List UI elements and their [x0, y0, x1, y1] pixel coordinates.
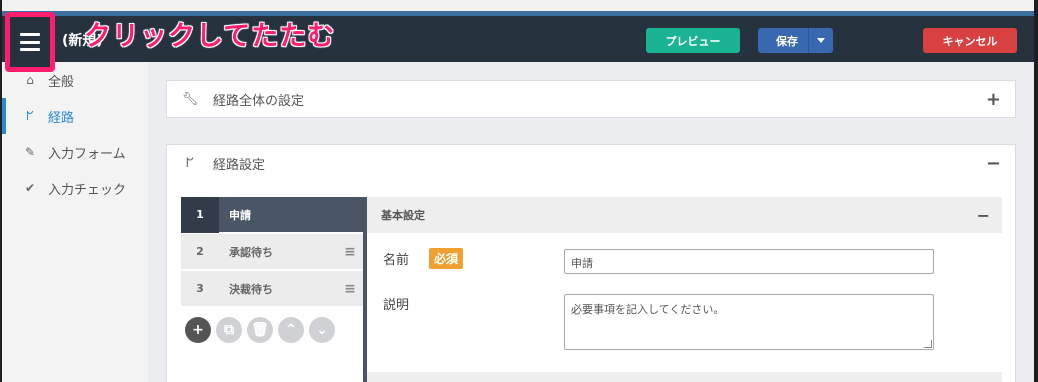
preview-button[interactable]: プレビュー: [646, 28, 740, 53]
step-name: 申請: [229, 208, 251, 222]
drag-handle-icon[interactable]: ≡: [337, 281, 363, 297]
save-button-label: 保存: [776, 34, 798, 48]
collapse-icon[interactable]: −: [986, 153, 1001, 174]
check-icon: ✔: [24, 181, 36, 195]
route-settings-title: 経路設定: [213, 157, 266, 173]
description-label: 説明: [383, 298, 410, 313]
step-number: 3: [196, 282, 204, 295]
route-global-header[interactable]: 🔧︎ 経路全体の設定 +: [167, 81, 1015, 117]
move-down-icon[interactable]: ⌄: [309, 317, 335, 343]
basic-settings-title: 基本設定: [381, 209, 425, 222]
drag-handle-icon[interactable]: ≡: [337, 244, 363, 260]
next-section-header: [367, 372, 1002, 382]
sidebar-item-input-form[interactable]: ✎ 入力フォーム: [2, 134, 148, 170]
sidebar-item-label: 全般: [48, 74, 75, 90]
required-badge: 必須: [429, 248, 464, 269]
step-item[interactable]: 2 承認待ち ≡: [181, 234, 363, 270]
basic-settings-header[interactable]: 基本設定 −: [367, 197, 1002, 233]
step-item[interactable]: 1 申請: [181, 196, 363, 233]
sidebar: ⌂ 全般 ᖸ 経路 ✎ 入力フォーム ✔ 入力チェック: [2, 62, 148, 382]
step-number: 2: [196, 245, 204, 258]
annotation-callout: クリックしてたたむ: [83, 21, 336, 53]
step-name: 承認待ち: [229, 245, 273, 259]
route-icon: ᖸ: [186, 155, 194, 171]
sidebar-item-label: 入力チェック: [48, 182, 127, 198]
hamburger-menu-icon: [20, 33, 40, 51]
step-item[interactable]: 3 決裁待ち ≡: [181, 271, 363, 307]
name-field[interactable]: 申請: [564, 249, 934, 274]
expand-icon[interactable]: +: [986, 89, 1001, 110]
name-label: 名前: [383, 253, 410, 268]
collapse-icon[interactable]: −: [977, 206, 990, 225]
step-number: 1: [181, 196, 219, 233]
cancel-button[interactable]: キャンセル: [923, 28, 1017, 53]
description-field[interactable]: 必要事項を記入してください。: [564, 294, 934, 350]
step-detail-panel: 基本設定 − 名前 必須 申請 説明 必要事項を記入してください。: [363, 197, 1002, 382]
route-settings-header[interactable]: ᖸ 経路設定 −: [167, 145, 1015, 181]
pencil-icon: ✎: [24, 145, 36, 159]
save-button-divider: [808, 28, 809, 53]
route-icon: ᖸ: [26, 108, 34, 123]
route-global-title: 経路全体の設定: [213, 93, 305, 109]
copy-icon[interactable]: ⧉: [216, 317, 242, 343]
route-global-panel: 🔧︎ 経路全体の設定 +: [166, 80, 1016, 118]
home-icon: ⌂: [26, 73, 34, 87]
resize-handle-icon[interactable]: [924, 340, 932, 348]
step-list: 1 申請 2 承認待ち ≡ 3 決裁待ち ≡: [181, 196, 363, 382]
delete-icon[interactable]: 🗑︎: [247, 317, 273, 343]
save-button[interactable]: 保存: [758, 28, 833, 53]
wrench-icon: 🔧︎: [181, 91, 199, 107]
sidebar-item-label: 入力フォーム: [48, 146, 126, 162]
move-up-icon[interactable]: ⌃: [278, 317, 304, 343]
sidebar-item-route[interactable]: ᖸ 経路: [2, 98, 148, 134]
sidebar-collapse-button[interactable]: [5, 12, 55, 72]
sidebar-item-input-check[interactable]: ✔ 入力チェック: [2, 170, 148, 206]
chevron-down-icon[interactable]: [817, 38, 825, 43]
sidebar-item-label: 経路: [48, 110, 75, 126]
step-toolbar: + ⧉ 🗑︎ ⌃ ⌄: [185, 317, 335, 343]
add-icon[interactable]: +: [185, 317, 211, 343]
description-placeholder: 必要事項を記入してください。: [571, 303, 725, 316]
step-name: 決裁待ち: [229, 282, 273, 296]
